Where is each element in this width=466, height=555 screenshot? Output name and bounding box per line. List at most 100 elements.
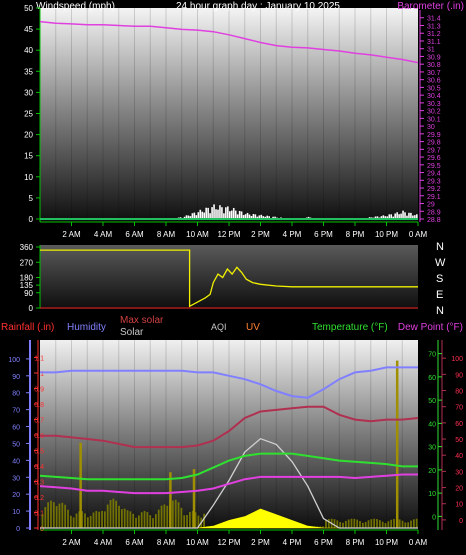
baro-tick-label: 31.4 — [427, 16, 441, 23]
windspeed-bar — [229, 211, 231, 219]
dew-tick-label: 30 — [455, 469, 463, 476]
baro-tick-label: 29.4 — [427, 171, 441, 178]
time-tick-label: 12 PM — [217, 230, 240, 239]
dew-tick-label: 10 — [455, 502, 463, 509]
rain-bar — [333, 519, 336, 528]
baro-tick-label: 30.7 — [427, 70, 441, 77]
rain-bar — [135, 517, 137, 528]
rain-bar — [390, 519, 393, 528]
baro-tick-label: 30.6 — [427, 78, 441, 85]
humidity-tick-label: 100 — [8, 357, 20, 364]
baro-tick-label: 29.9 — [427, 132, 441, 139]
rain-bar — [86, 517, 89, 528]
rain-bar — [69, 515, 72, 528]
windspeed-bar — [225, 207, 227, 219]
rain-bar — [157, 509, 160, 528]
baro-tick-label: 31.3 — [427, 23, 441, 30]
windspeed-bar — [197, 212, 200, 219]
baro-tick-label: 30.9 — [427, 54, 441, 61]
rain-bar — [61, 502, 64, 528]
dir-letter-n-bottom: N — [436, 305, 444, 317]
rain-bar — [412, 519, 415, 528]
dir-tick-label: 90 — [24, 289, 33, 298]
time-tick-label: 10 AM — [186, 538, 209, 547]
rain-bar — [376, 519, 378, 528]
rain-bar — [177, 502, 180, 528]
legend-max-solar: Max solar — [120, 315, 164, 326]
baro-tick-label: 29.5 — [427, 163, 441, 170]
dew-tick-label: 90 — [455, 372, 463, 379]
rain-bar — [344, 520, 347, 528]
temp-tick-label: 30 — [428, 445, 436, 452]
humidity-y-ticks: 0 10 20 30 40 50 60 70 80 90 100 — [8, 357, 30, 533]
dir-tick-label: 0 — [29, 304, 34, 313]
direction-panel-bg — [40, 245, 418, 307]
baro-tick-label: 30.5 — [427, 85, 441, 92]
rain-bar — [404, 522, 407, 528]
humidity-tick-label: 30 — [12, 475, 20, 482]
rain-bar — [339, 522, 342, 528]
rain-bar — [387, 521, 390, 528]
dew-tick-label: 20 — [455, 486, 463, 493]
rain-bar — [109, 499, 112, 528]
rain-bar — [137, 515, 140, 528]
baro-tick-label: 29.3 — [427, 178, 441, 185]
rain-bar — [367, 520, 370, 528]
time-tick-label: 8 AM — [157, 230, 176, 239]
wind-tick-label: 0 — [29, 215, 34, 224]
rain-bar — [186, 515, 188, 528]
time-tick-label: 10 PM — [375, 230, 398, 239]
humidity-tick-label: 10 — [12, 509, 20, 516]
wind-tick-label: 5 — [29, 194, 34, 203]
windspeed-bar — [404, 212, 406, 219]
rain-bar — [140, 512, 143, 528]
humidity-tick-label: 90 — [12, 374, 20, 381]
rain-bar — [126, 510, 129, 528]
rain-bar — [47, 502, 50, 528]
time-tick-label: 6 AM — [125, 538, 144, 547]
temp-tick-label: 10 — [428, 491, 436, 498]
wind-tick-label: 20 — [24, 131, 33, 140]
dew-tick-label: 70 — [455, 405, 463, 412]
dew-tick-label: 50 — [455, 437, 463, 444]
rain-bar — [154, 514, 157, 528]
rain-bar — [67, 509, 69, 528]
rain-bar — [149, 515, 152, 528]
rain-bar — [381, 521, 384, 528]
rain-spike — [192, 469, 196, 528]
dew-tick-label: 40 — [455, 453, 463, 460]
baro-tick-label: 29.8 — [427, 140, 441, 147]
dir-letter-e: E — [436, 289, 443, 301]
temp-tick-label: 20 — [428, 468, 436, 475]
windspeed-bar — [240, 211, 243, 219]
rain-bar — [98, 511, 101, 528]
rain-bar — [72, 517, 75, 528]
barometer-y-ticks: 28.828.92929.129.229.329.429.529.629.729… — [420, 16, 441, 224]
wind-tick-label: 50 — [24, 4, 33, 13]
temp-tick-label: 40 — [428, 421, 436, 428]
baro-tick-label: 30.8 — [427, 62, 441, 69]
rain-tick-label: 0.4 — [34, 464, 44, 471]
windspeed-bar — [227, 206, 229, 219]
windspeed-bar — [221, 207, 223, 219]
humidity-tick-label: 60 — [12, 425, 20, 432]
baro-tick-label: 31.2 — [427, 31, 441, 38]
baro-tick-label: 29.7 — [427, 147, 441, 154]
baro-tick-label: 29 — [427, 202, 435, 209]
rain-bar — [115, 500, 118, 528]
rain-bar — [163, 504, 166, 528]
right-axis-title: Barometer (.in) — [397, 1, 464, 12]
rain-bar — [188, 511, 191, 528]
rain-spike — [169, 472, 172, 528]
windspeed-bar — [230, 210, 233, 219]
rain-bar — [384, 523, 387, 528]
baro-tick-label: 31.1 — [427, 39, 441, 46]
legend-temperature: Temperature (°F) — [312, 322, 388, 333]
dewpoint-y-ticks: 0 10 20 30 40 50 60 70 80 90 100 — [442, 356, 463, 525]
rain-bar — [103, 511, 106, 528]
windspeed-bar — [234, 210, 237, 219]
rain-bar — [347, 519, 350, 528]
rain-bar — [410, 520, 412, 528]
rain-bar — [84, 513, 86, 528]
rain-bar — [120, 509, 123, 528]
